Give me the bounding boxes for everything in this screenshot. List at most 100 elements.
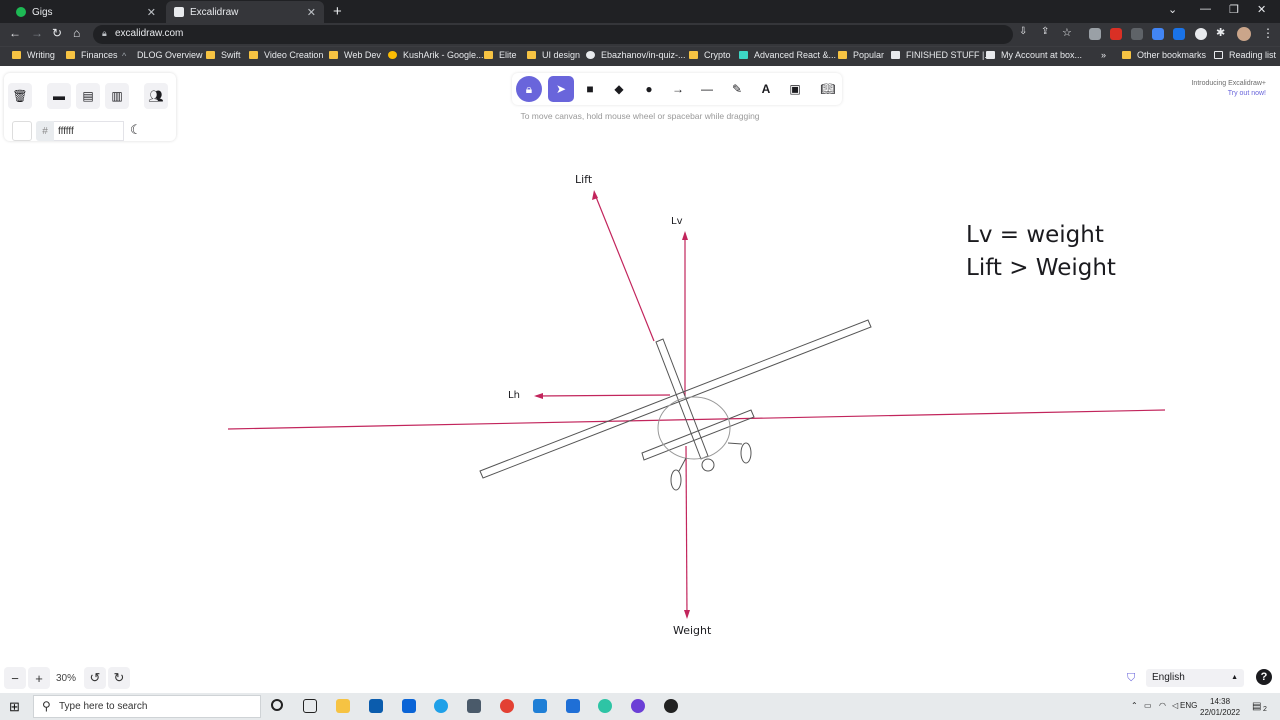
store-icon[interactable] (369, 699, 383, 713)
edge-icon[interactable] (434, 699, 448, 713)
bookmark-item[interactable]: Other bookmarks (1122, 50, 1206, 60)
lh-arrow[interactable] (535, 394, 671, 397)
language-select[interactable]: English ▲ (1146, 669, 1244, 687)
promo-link[interactable]: Try out now! (1191, 89, 1266, 99)
app-icon[interactable] (664, 699, 678, 713)
library-button[interactable]: 📖︎ (815, 76, 841, 102)
open-button[interactable]: ▬ (47, 83, 71, 109)
weight-label[interactable]: Weight (673, 624, 711, 637)
bookmark-item[interactable]: Popular (838, 50, 884, 60)
chrome-icon[interactable] (500, 699, 514, 713)
line-tool-button[interactable]: — (694, 76, 720, 102)
extension-icon[interactable] (1089, 28, 1101, 40)
lift-arrow[interactable] (593, 191, 655, 342)
background-color-input[interactable] (54, 121, 124, 141)
clear-canvas-button[interactable]: 🗑︎ (8, 83, 32, 109)
selection-tool-button[interactable]: ➤ (548, 76, 574, 102)
bookmark-item[interactable]: Elite (484, 50, 517, 60)
forward-icon[interactable]: → (31, 26, 43, 40)
volume-icon[interactable]: ◁ (1172, 701, 1178, 710)
close-icon[interactable]: ✕ (147, 6, 156, 19)
bookmark-item[interactable]: My Account at box... (986, 50, 1082, 60)
omnibox[interactable]: 🔒︎ excalidraw.com (93, 25, 1013, 44)
zoom-level[interactable]: 30% (52, 673, 80, 684)
lock-tool-button[interactable]: 🔒︎ (516, 76, 542, 102)
save-button[interactable]: ▤ (76, 83, 100, 109)
language-indicator[interactable]: ENG (1180, 701, 1197, 710)
tray-chevron-icon[interactable]: ⌃ (1131, 701, 1138, 710)
tab-search-chevron-icon[interactable]: ⌄ (1168, 3, 1177, 16)
minimize-icon[interactable]: — (1200, 3, 1211, 15)
extension-icon[interactable] (1110, 28, 1122, 40)
wifi-icon[interactable]: ◠ (1159, 701, 1166, 710)
bookmark-item[interactable]: FINISHED STUFF |... (891, 50, 992, 60)
extension-icon[interactable] (1152, 28, 1164, 40)
help-button[interactable]: ? (1256, 669, 1272, 685)
cortana-icon[interactable] (271, 699, 283, 711)
aircraft-sketch[interactable] (479, 319, 872, 491)
tab-excalidraw[interactable]: Excalidraw ✕ (166, 1, 324, 23)
install-icon[interactable]: ⇩ (1019, 26, 1027, 37)
new-tab-icon[interactable]: + (333, 3, 342, 20)
equation-line-2[interactable]: Lift > Weight (966, 255, 1116, 281)
share-icon[interactable]: ⇪ (1041, 26, 1049, 37)
tab-gigs[interactable]: Gigs ✕ (8, 1, 164, 23)
bookmark-item[interactable]: Finances (66, 50, 118, 60)
restore-icon[interactable]: ❐ (1229, 3, 1239, 16)
shield-check-icon[interactable]: ⛉ (1127, 672, 1135, 685)
dark-mode-moon-icon[interactable]: ☾ (130, 122, 142, 138)
extension-icon[interactable] (1173, 28, 1185, 40)
lh-label[interactable]: Lh (508, 390, 520, 401)
taskbar-clock[interactable]: 14:38 22/01/2022 (1200, 696, 1240, 718)
file-explorer-icon[interactable] (336, 699, 350, 713)
notifications-icon[interactable]: ▤ (1252, 701, 1261, 712)
home-icon[interactable]: ⌂ (73, 26, 80, 40)
excalidraw-canvas[interactable]: Lift Lv Lh Weight Lv = weight Lift > Wei… (0, 66, 1280, 693)
bookmark-item[interactable]: Ebazhanov/in-quiz-... (586, 50, 686, 60)
app-icon[interactable] (533, 699, 547, 713)
bookmark-item[interactable]: Web Dev (329, 50, 381, 60)
bookmark-item[interactable]: Advanced React &... (739, 50, 836, 60)
bookmark-item[interactable]: Writing (12, 50, 55, 60)
undo-button[interactable]: ↺ (84, 667, 106, 689)
task-view-icon[interactable] (303, 699, 317, 713)
diamond-tool-button[interactable]: ◆ (606, 76, 632, 102)
live-collaboration-button[interactable]: 👥︎ (144, 83, 168, 109)
draw-tool-button[interactable]: ✎ (724, 76, 750, 102)
zoom-out-button[interactable]: − (4, 667, 26, 689)
app-icon[interactable] (598, 699, 612, 713)
bookmark-item[interactable]: Reading list (1214, 50, 1276, 60)
bookmark-item[interactable]: KushArik - Google... (388, 50, 484, 60)
zoom-in-button[interactable]: + (28, 667, 50, 689)
arrow-tool-button[interactable]: → (665, 76, 691, 102)
more-bookmarks-icon[interactable]: » (1101, 50, 1106, 60)
battery-icon[interactable]: ▭ (1144, 701, 1152, 710)
app-icon[interactable] (467, 699, 481, 713)
profile-avatar[interactable] (1237, 27, 1251, 41)
export-image-button[interactable]: ▥ (105, 83, 129, 109)
windows-start-icon[interactable]: ⊞ (9, 699, 20, 715)
image-tool-button[interactable]: ▣ (782, 76, 808, 102)
star-icon[interactable]: ☆ (1062, 26, 1072, 39)
text-tool-button[interactable]: A (753, 76, 779, 102)
lv-label[interactable]: Lv (671, 216, 683, 227)
lift-label[interactable]: Lift (575, 173, 592, 186)
ellipse-tool-button[interactable]: ● (636, 76, 662, 102)
weight-arrow[interactable] (685, 445, 688, 618)
app-icon[interactable] (631, 699, 645, 713)
app-icon[interactable] (566, 699, 580, 713)
background-color-swatch[interactable] (12, 121, 32, 141)
taskbar-search-box[interactable]: ⚲ Type here to search (33, 695, 261, 718)
reload-icon[interactable]: ↻ (52, 26, 62, 40)
back-icon[interactable]: ← (9, 26, 21, 40)
close-icon[interactable]: ✕ (307, 6, 316, 19)
window-close-icon[interactable]: ✕ (1257, 3, 1266, 16)
redo-button[interactable]: ↻ (108, 667, 130, 689)
bookmark-item[interactable]: Swift (206, 50, 241, 60)
mail-icon[interactable] (402, 699, 416, 713)
bookmark-item[interactable]: Video Creation (249, 50, 323, 60)
bookmark-item[interactable]: ^ DLOG Overview (122, 50, 203, 61)
bookmark-item[interactable]: UI design (527, 50, 580, 60)
kebab-menu-icon[interactable]: ⋮ (1262, 26, 1274, 40)
equation-line-1[interactable]: Lv = weight (966, 222, 1104, 248)
